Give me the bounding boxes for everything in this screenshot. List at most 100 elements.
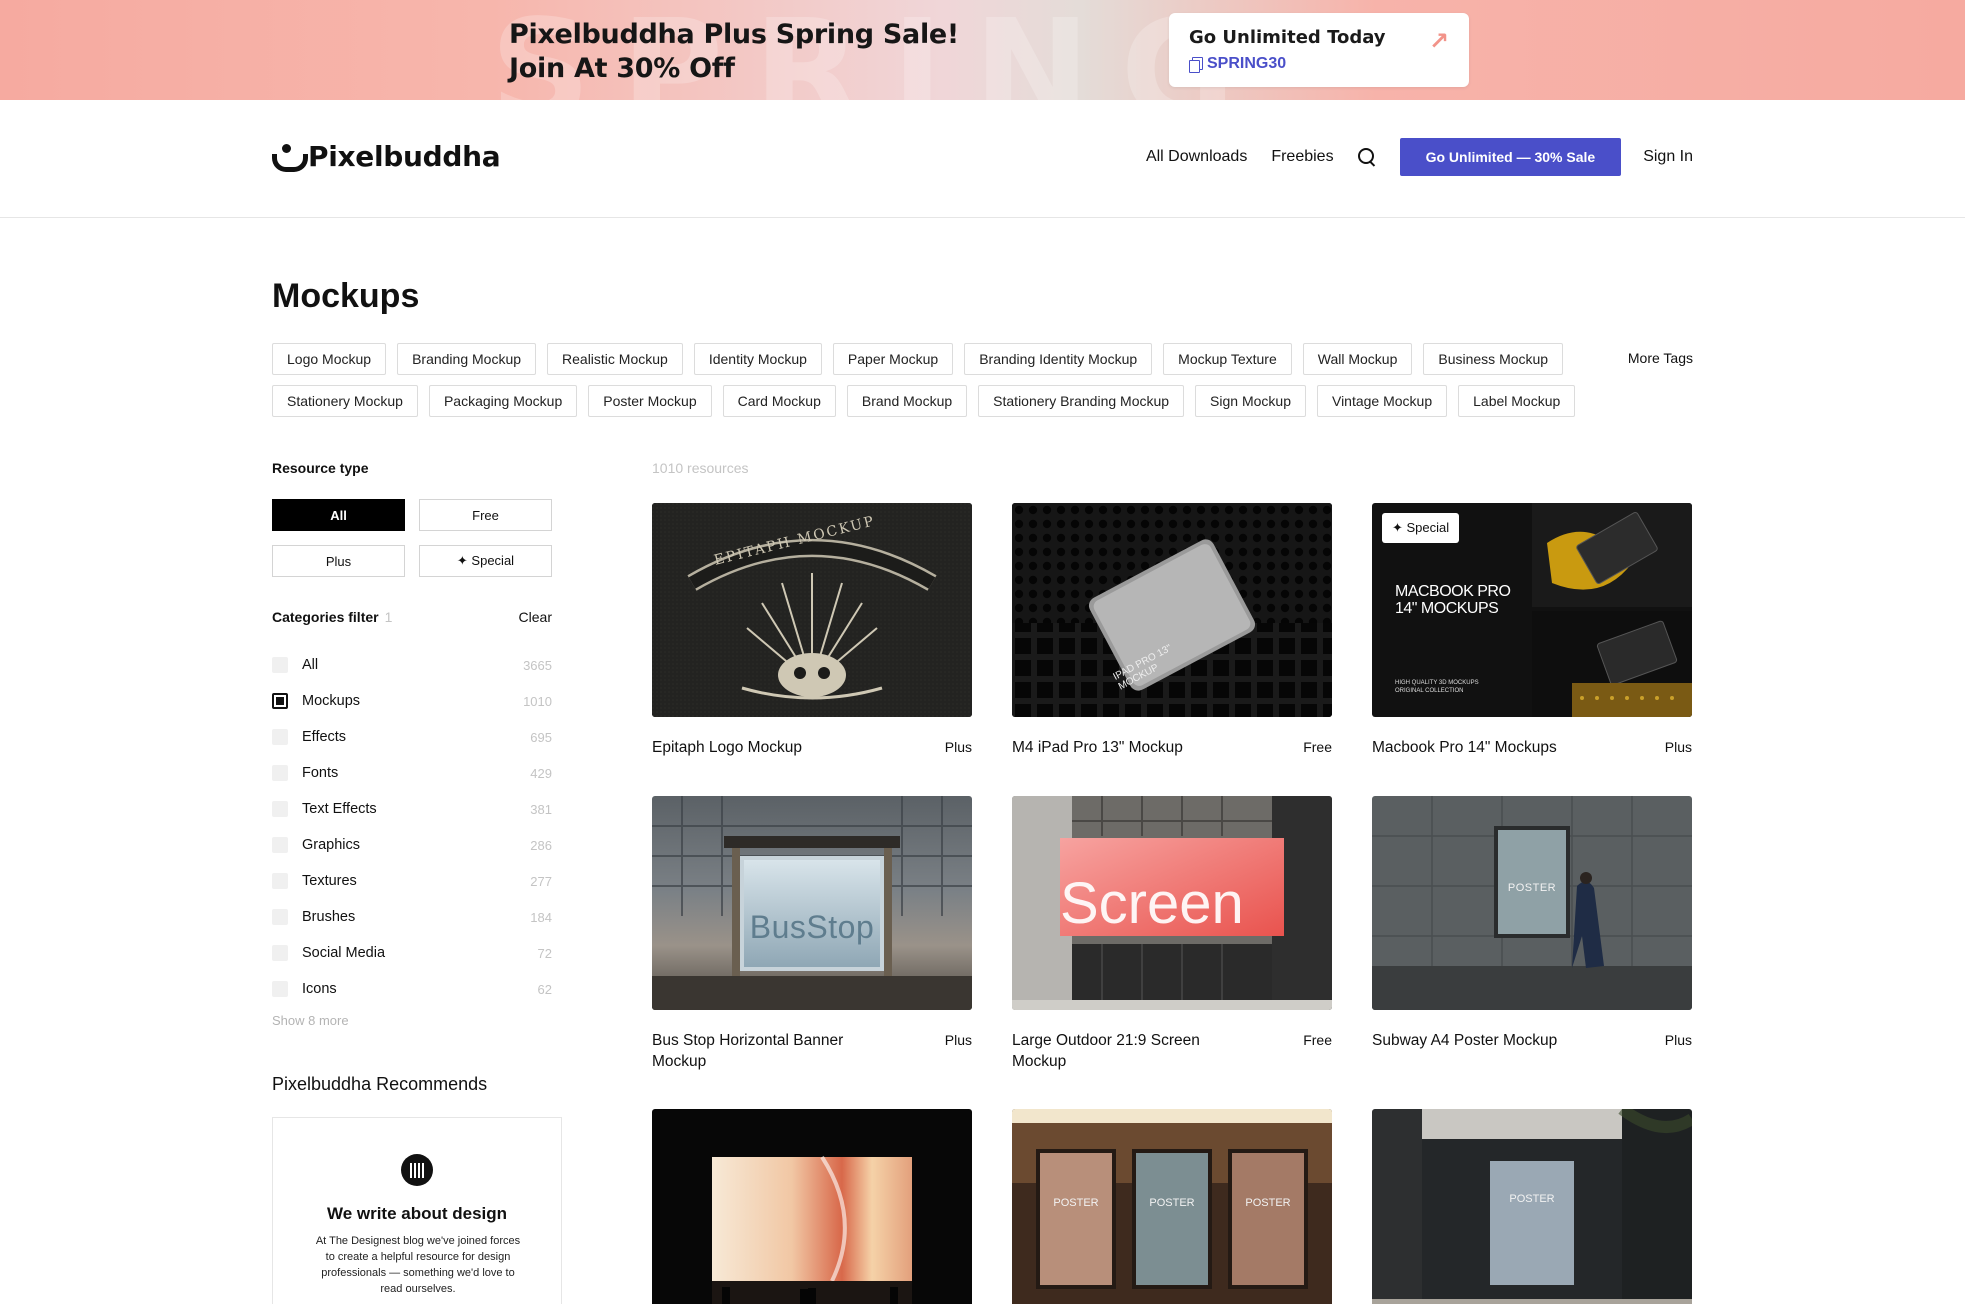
page-title: Mockups — [272, 277, 420, 315]
nav-all-downloads[interactable]: All Downloads — [1146, 148, 1247, 166]
category-item[interactable]: Mockups 1010 — [272, 683, 552, 719]
tag-chip[interactable]: Branding Identity Mockup — [964, 343, 1153, 375]
thumbnail-screen[interactable]: Screen — [1012, 796, 1332, 1010]
arrow-up-right-icon: ↗ — [1428, 28, 1449, 55]
tag-chip[interactable]: Mockup Texture — [1163, 343, 1292, 375]
logo[interactable]: Pixelbuddha — [272, 140, 501, 173]
category-name: Social Media — [302, 945, 386, 961]
category-checkbox[interactable] — [272, 837, 288, 853]
resource-card[interactable]: ✦ Special MACBOOK PRO 14" MOCKUPS HIGH Q… — [1372, 503, 1692, 756]
tag-chip[interactable]: Stationery Mockup — [272, 385, 418, 417]
tag-chip[interactable]: Paper Mockup — [832, 343, 954, 375]
thumbnail-macbook[interactable]: ✦ Special MACBOOK PRO 14" MOCKUPS HIGH Q… — [1372, 503, 1692, 717]
tag-chip[interactable]: Brand Mockup — [846, 385, 968, 417]
categories-filter-title: Categories filter 1 — [272, 609, 392, 625]
tag-chip[interactable]: Poster Mockup — [588, 385, 712, 417]
logo-text: Pixelbuddha — [308, 140, 501, 173]
filter-sidebar: Resource type All Free Plus ✦ Special Categ… — [272, 460, 562, 1304]
resource-card[interactable]: BusStop Bus Stop Horizontal Banner Mocku… — [652, 796, 972, 1070]
resource-card[interactable] — [652, 1109, 972, 1304]
category-item[interactable]: Graphics 286 — [272, 827, 552, 863]
thumbnail-subway-poster[interactable]: POSTER — [1372, 796, 1692, 1010]
category-name: Effects — [302, 729, 347, 745]
category-item[interactable]: Brushes 184 — [272, 899, 552, 935]
category-count: 1010 — [523, 693, 552, 709]
promo-banner[interactable]: SPRING Pixelbuddha Plus Spring Sale! Joi… — [0, 0, 1965, 100]
thumb-text: POSTER — [1053, 1197, 1099, 1209]
clear-filters-button[interactable]: Clear — [519, 609, 552, 625]
thumbnail-street-poster[interactable]: POSTER — [1372, 1109, 1692, 1304]
category-list: All 3665 Mockups 1010 Effects 695 Fonts 429 Text… — [272, 647, 552, 1007]
tag-chip[interactable]: Realistic Mockup — [547, 343, 683, 375]
card-title[interactable]: M4 iPad Pro 13" Mockup — [1012, 737, 1242, 758]
buddha-logo-icon — [272, 143, 308, 172]
resource-type-button[interactable]: All — [272, 499, 405, 531]
card-badge: Plus — [944, 1032, 972, 1048]
tag-chip[interactable]: Stationery Branding Mockup — [978, 385, 1185, 417]
tag-chip[interactable]: Business Mockup — [1423, 343, 1564, 375]
tag-chip[interactable]: Branding Mockup — [397, 343, 537, 375]
category-item[interactable]: Text Effects 381 — [272, 791, 552, 827]
resource-type-button[interactable]: ✦ Special — [419, 545, 552, 577]
thumbnail-billboard-dark[interactable] — [652, 1109, 972, 1304]
card-title[interactable]: Bus Stop Horizontal Banner Mockup — [652, 1030, 882, 1072]
promo-code-card[interactable]: Go Unlimited Today SPRING30 ↗ — [1169, 13, 1469, 87]
thumbnail-subway-triple-poster[interactable]: POSTER POSTER POSTER — [1012, 1109, 1332, 1304]
category-item[interactable]: All 3665 — [272, 647, 552, 683]
resource-card[interactable]: POSTER POSTER POSTER — [1012, 1109, 1332, 1304]
category-item[interactable]: Social Media 72 — [272, 935, 552, 971]
category-item[interactable]: Icons 62 — [272, 971, 552, 1007]
category-checkbox[interactable] — [272, 765, 288, 781]
resource-card[interactable]: POSTER — [1372, 1109, 1692, 1304]
resource-type-button[interactable]: Free — [419, 499, 552, 531]
card-title[interactable]: Subway A4 Poster Mockup — [1372, 1030, 1602, 1051]
category-item[interactable]: Effects 695 — [272, 719, 552, 755]
tag-chip[interactable]: Wall Mockup — [1302, 343, 1413, 375]
category-checkbox[interactable] — [272, 693, 288, 709]
resource-card[interactable]: Screen Large Outdoor 21:9 Screen Mockup … — [1012, 796, 1332, 1070]
resource-card[interactable]: IPAD PRO 13" MOCKUP M4 iPad Pro 13" Mock… — [1012, 503, 1332, 756]
card-badge: Plus — [1664, 1032, 1692, 1048]
card-badge: Plus — [1664, 739, 1692, 755]
promo-code[interactable]: SPRING30 — [1189, 55, 1286, 73]
tag-chip[interactable]: Identity Mockup — [693, 343, 822, 375]
thumbnail-bus-stop[interactable]: BusStop — [652, 796, 972, 1010]
category-checkbox[interactable] — [272, 909, 288, 925]
category-checkbox[interactable] — [272, 873, 288, 889]
card-title[interactable]: Macbook Pro 14" Mockups — [1372, 737, 1602, 758]
card-badge: Free — [1303, 1032, 1332, 1048]
recommend-heading: We write about design — [326, 1204, 508, 1223]
category-count: 3665 — [523, 657, 552, 673]
thumbnail-epitaph[interactable]: EPITAPH MOCKUP — [652, 503, 972, 717]
tag-chip[interactable]: Logo Mockup — [272, 343, 387, 375]
category-name: Mockups — [302, 693, 361, 709]
tag-chip[interactable]: Label Mockup — [1458, 385, 1576, 417]
category-item[interactable]: Fonts 429 — [272, 755, 552, 791]
card-title[interactable]: Epitaph Logo Mockup — [652, 737, 882, 758]
search-icon[interactable] — [1357, 148, 1376, 166]
more-tags-link[interactable]: More Tags — [1628, 350, 1693, 366]
card-title[interactable]: Large Outdoor 21:9 Screen Mockup — [1012, 1030, 1242, 1072]
category-checkbox[interactable] — [272, 729, 288, 745]
tag-chip[interactable]: Card Mockup — [722, 385, 836, 417]
nav-freebies[interactable]: Freebies — [1271, 148, 1333, 166]
category-checkbox[interactable] — [272, 657, 288, 673]
show-more-categories[interactable]: Show 8 more — [272, 1013, 562, 1028]
category-item[interactable]: Textures 277 — [272, 863, 552, 899]
category-checkbox[interactable] — [272, 981, 288, 997]
recommend-card[interactable]: We write about design At The Designest b… — [272, 1117, 562, 1304]
resource-card[interactable]: EPITAPH MOCKUP Epitaph Logo Mockup Plus — [652, 503, 972, 756]
tag-chip[interactable]: Packaging Mockup — [428, 385, 578, 417]
go-unlimited-button[interactable]: Go Unlimited — 30% Sale — [1399, 138, 1622, 176]
copy-icon — [1189, 57, 1203, 73]
resource-type-label: Resource type — [272, 460, 369, 476]
resource-card[interactable]: POSTER Subway A4 Poster Mockup Plus — [1372, 796, 1692, 1049]
thumbnail-ipad[interactable]: IPAD PRO 13" MOCKUP — [1012, 503, 1332, 717]
category-checkbox[interactable] — [272, 801, 288, 817]
tag-chip[interactable]: Vintage Mockup — [1316, 385, 1448, 417]
tag-chip[interactable]: Sign Mockup — [1195, 385, 1306, 417]
category-count: 72 — [537, 945, 552, 961]
category-checkbox[interactable] — [272, 945, 288, 961]
resource-type-button[interactable]: Plus — [272, 545, 405, 577]
sign-in-link[interactable]: Sign In — [1643, 148, 1693, 166]
